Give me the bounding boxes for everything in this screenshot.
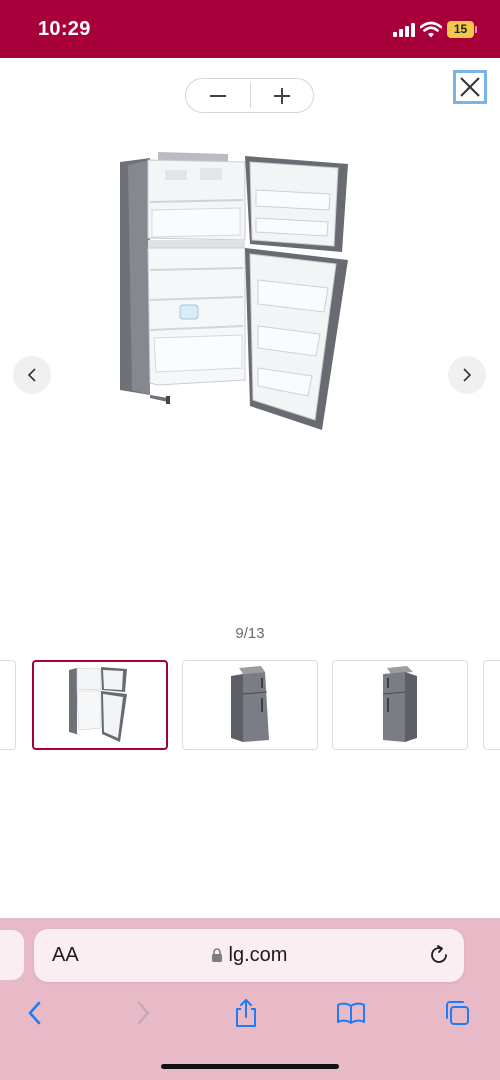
thumbnail-fridge-right[interactable] (332, 660, 468, 750)
status-time: 10:29 (38, 18, 91, 40)
status-bar: 10:29 15 (0, 0, 500, 58)
plus-icon (274, 87, 290, 104)
bookmarks-button[interactable] (336, 998, 366, 1028)
share-icon (236, 999, 256, 1027)
tabs-icon (446, 1001, 469, 1025)
forward-icon (137, 1001, 150, 1025)
minus-icon (210, 94, 226, 97)
battery-icon: 15 (447, 21, 477, 38)
previous-image-button[interactable] (13, 356, 51, 394)
thumbnail-fridge-left[interactable] (182, 660, 318, 750)
fridge-closed-thumbnail-image (231, 666, 269, 742)
home-indicator (161, 1064, 339, 1069)
zoom-out-button[interactable] (186, 79, 250, 112)
chevron-right-icon (463, 368, 472, 382)
browser-toolbar: AA lg.com (0, 918, 500, 1080)
image-counter: 9/13 (235, 625, 265, 642)
thumbnail-partial-left[interactable] (0, 660, 16, 750)
close-icon (460, 77, 480, 97)
zoom-in-button[interactable] (250, 79, 314, 112)
back-button[interactable] (20, 998, 50, 1028)
bookmarks-icon (337, 1002, 365, 1024)
share-button[interactable] (231, 998, 261, 1028)
fridge-closed-thumbnail-image-2 (382, 666, 417, 742)
url-text: lg.com (228, 944, 288, 966)
back-icon (28, 1001, 41, 1025)
lock-icon (211, 948, 222, 962)
address-bar[interactable]: AA lg.com (34, 929, 464, 982)
forward-button[interactable] (128, 998, 158, 1028)
battery-level: 15 (447, 21, 474, 38)
thumbnail-partial-right[interactable] (483, 660, 500, 750)
url-display[interactable]: lg.com (34, 929, 464, 982)
wifi-icon (420, 21, 442, 38)
thumbnail-active[interactable] (32, 660, 168, 750)
tabs-button[interactable] (442, 998, 472, 1028)
fridge-open-thumbnail-image (69, 667, 127, 742)
product-main-image (120, 152, 348, 430)
zoom-control (185, 78, 314, 113)
reload-icon[interactable] (428, 944, 450, 966)
close-button[interactable] (453, 70, 487, 104)
cellular-signal-icon (393, 23, 415, 37)
next-image-button[interactable] (448, 356, 486, 394)
previous-tab-pill[interactable] (0, 930, 24, 980)
chevron-left-icon (27, 368, 36, 382)
